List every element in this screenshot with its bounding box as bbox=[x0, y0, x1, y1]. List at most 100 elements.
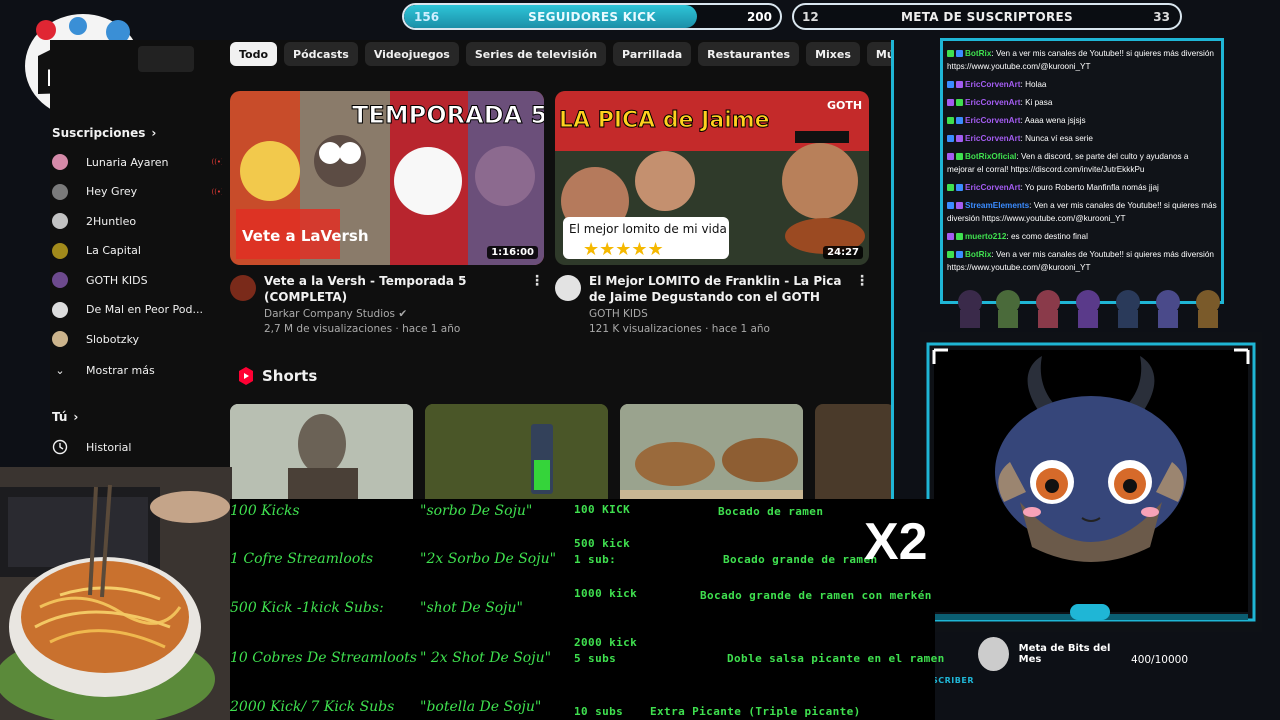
reward-table: 100 Kicks "sorbo De Soju" 1 Cofre Streamlo… bbox=[230, 499, 944, 720]
short-thumbnail[interactable] bbox=[815, 404, 891, 500]
chat-badge-icon bbox=[947, 81, 954, 89]
short-thumbnail[interactable] bbox=[425, 404, 608, 500]
category-chip[interactable]: Parrillada bbox=[613, 42, 692, 66]
video-duration: 24:27 bbox=[823, 246, 863, 259]
reward-requirement: 10 subs bbox=[574, 705, 624, 718]
subscription-name: Lunaria Ayaren bbox=[86, 155, 169, 169]
channel-avatar[interactable] bbox=[555, 275, 581, 301]
more-options-icon[interactable]: ⋮ bbox=[855, 273, 869, 289]
category-chip[interactable]: Todo bbox=[230, 42, 278, 66]
channel-avatar bbox=[52, 183, 68, 200]
category-chip[interactable]: Restaurantes bbox=[698, 42, 800, 66]
kick-followers-goal-bar: 156 SEGUIDORES KICK 200 bbox=[402, 3, 782, 30]
reward-requirement-secondary: 1 sub: bbox=[574, 553, 617, 566]
subscription-name: GOTH KIDS bbox=[86, 273, 148, 287]
video-card[interactable]: LA PICA de Jaime GOTH El mejor lomito de… bbox=[555, 91, 869, 335]
more-options-icon[interactable]: ⋮ bbox=[530, 273, 544, 289]
thumb-sign-text: Vete a LaVersh bbox=[242, 227, 369, 245]
video-thumbnail-art: LA PICA de Jaime GOTH El mejor lomito de… bbox=[555, 91, 869, 265]
video-thumbnail[interactable]: LA PICA de Jaime GOTH El mejor lomito de… bbox=[555, 91, 869, 265]
reward-item: Bocado grande de ramen bbox=[723, 553, 878, 566]
video-title[interactable]: Vete a la Versh - Temporada 5 (COMPLETA) bbox=[264, 273, 528, 305]
chat-message: StreamElements: Ven a ver mis canales de… bbox=[947, 199, 1217, 225]
video-duration: 1:16:00 bbox=[487, 246, 538, 259]
chat-username[interactable]: EricCorvenArt bbox=[965, 183, 1021, 192]
channel-avatar[interactable] bbox=[230, 275, 256, 301]
channel-avatar bbox=[52, 213, 68, 229]
sidebar-item-subscription[interactable]: Hey Grey ((•)) bbox=[52, 180, 230, 204]
chat-username[interactable]: StreamElements bbox=[965, 201, 1029, 210]
video-title[interactable]: El Mejor LOMITO de Franklin - La Pica de… bbox=[589, 273, 853, 305]
sidebar-item-subscription[interactable]: De Mal en Peor Pod...• bbox=[52, 298, 230, 322]
channel-name[interactable]: GOTH KIDS bbox=[589, 308, 853, 320]
chat-username[interactable]: EricCorvenArt bbox=[965, 98, 1021, 107]
history-label: Historial bbox=[86, 440, 132, 454]
sidebar-item-subscription[interactable]: Slobotzky• bbox=[52, 327, 230, 351]
chat-username[interactable]: EricCorvenArt bbox=[965, 116, 1021, 125]
category-chip[interactable]: Pódcasts bbox=[284, 42, 358, 66]
chat-message: EricCorvenArt: Yo puro Roberto Manfinfla… bbox=[947, 181, 1217, 194]
reward-requirement: 500 Kick -1kick Subs: bbox=[230, 600, 384, 616]
webcam-feed bbox=[0, 467, 232, 720]
video-stats: 121 K visualizaciones · hace 1 año bbox=[589, 323, 770, 335]
reward-item: Bocado grande de ramen con merkén bbox=[700, 589, 932, 602]
chat-message: EricCorvenArt: Holaa bbox=[947, 78, 1217, 91]
reward-requirement: 100 KICK bbox=[574, 503, 631, 516]
reward-item: "sorbo De Soju" bbox=[420, 503, 533, 519]
kick-goal-title: SEGUIDORES KICK bbox=[528, 9, 656, 24]
reward-item: "2x Sorbo De Soju" bbox=[420, 551, 557, 567]
chat-username[interactable]: BotRix bbox=[965, 49, 991, 58]
you-section-header[interactable]: Tú › bbox=[52, 410, 78, 424]
category-chip[interactable]: Mixes bbox=[806, 42, 860, 66]
video-card[interactable]: TEMPORADA 5 Vete a LaVersh 1:16:00 Vete … bbox=[230, 91, 544, 335]
reward-requirement: 2000 Kick/ 7 Kick Subs bbox=[230, 699, 395, 715]
chat-message: muerto212: es como destino final bbox=[947, 230, 1217, 243]
reward-requirement: 2000 kick bbox=[574, 636, 638, 649]
reward-item: Extra Picante (Triple picante) bbox=[650, 705, 861, 718]
youtube-home-feed: Todo Pódcasts Videojuegos Series de televis… bbox=[222, 40, 894, 500]
show-more-button[interactable]: ⌄ Mostrar más bbox=[52, 358, 230, 382]
chat-text: : Nunca ví esa serie bbox=[1020, 134, 1093, 143]
thumb-brand-text: GOTH bbox=[827, 99, 862, 112]
vtuber-mascot-frame bbox=[920, 332, 1262, 632]
chat-badge-icon bbox=[947, 202, 954, 210]
subscription-name: Hey Grey bbox=[86, 185, 138, 198]
reward-requirement: 10 Cobres De Streamloots bbox=[230, 650, 417, 666]
chat-badge-icon bbox=[956, 135, 963, 143]
chat-message: EricCorvenArt: Aaaa wena jsjsjs bbox=[947, 114, 1217, 127]
chat-badge-icon bbox=[947, 117, 954, 125]
channel-name[interactable]: Darkar Company Studios ✔ bbox=[264, 308, 528, 320]
short-thumbnail[interactable] bbox=[620, 404, 803, 500]
thumb-title-text: LA PICA de Jaime bbox=[559, 108, 770, 133]
video-stats: 2,7 M de visualizaciones · hace 1 año bbox=[264, 323, 461, 335]
short-thumbnail[interactable] bbox=[230, 404, 413, 500]
video-thumbnail[interactable]: TEMPORADA 5 Vete a LaVersh 1:16:00 bbox=[230, 91, 544, 265]
bits-avatar-icon bbox=[978, 637, 1009, 671]
chat-message: BotRix: Ven a ver mis canales de Youtube… bbox=[947, 47, 1217, 73]
chat-username[interactable]: BotRixOficial bbox=[965, 152, 1016, 161]
video-thumbnail-art: TEMPORADA 5 Vete a LaVersh bbox=[230, 91, 544, 265]
shorts-icon bbox=[239, 367, 253, 385]
chat-username[interactable]: BotRix bbox=[965, 250, 991, 259]
sidebar-item-subscription[interactable]: Lunaria Ayaren ((•)) bbox=[52, 150, 230, 174]
chat-badge-icon bbox=[956, 50, 963, 58]
category-chip[interactable]: Series de televisión bbox=[465, 42, 607, 66]
chat-username[interactable]: EricCorvenArt bbox=[965, 134, 1021, 143]
category-chips: Todo Pódcasts Videojuegos Series de televis… bbox=[230, 42, 891, 66]
sidebar-item-history[interactable]: Historial bbox=[52, 435, 230, 459]
chat-badge-icon bbox=[956, 99, 963, 107]
subscriptions-label: Suscripciones bbox=[52, 126, 146, 140]
thumb-title-text: TEMPORADA 5 bbox=[352, 101, 544, 129]
youtube-sidebar: Suscripciones › ⌄ Mostrar más Tú › Histo… bbox=[50, 40, 232, 470]
shorts-section-header: Shorts bbox=[238, 367, 317, 385]
category-chip[interactable]: Videojuegos bbox=[364, 42, 459, 66]
shorts-title: Shorts bbox=[262, 367, 318, 385]
category-chip[interactable]: Música bbox=[866, 42, 891, 66]
sidebar-item-subscription[interactable]: La Capital• bbox=[52, 239, 230, 263]
sidebar-item-subscription[interactable]: GOTH KIDS bbox=[52, 268, 230, 292]
chat-username[interactable]: muerto212 bbox=[965, 232, 1006, 241]
chat-username[interactable]: EricCorvenArt bbox=[965, 80, 1021, 89]
thumb-caption-text: El mejor lomito de mi vida bbox=[569, 222, 727, 236]
sidebar-item-subscription[interactable]: 2Huntleo• bbox=[52, 209, 230, 233]
subscriptions-header[interactable]: Suscripciones › bbox=[52, 126, 156, 140]
